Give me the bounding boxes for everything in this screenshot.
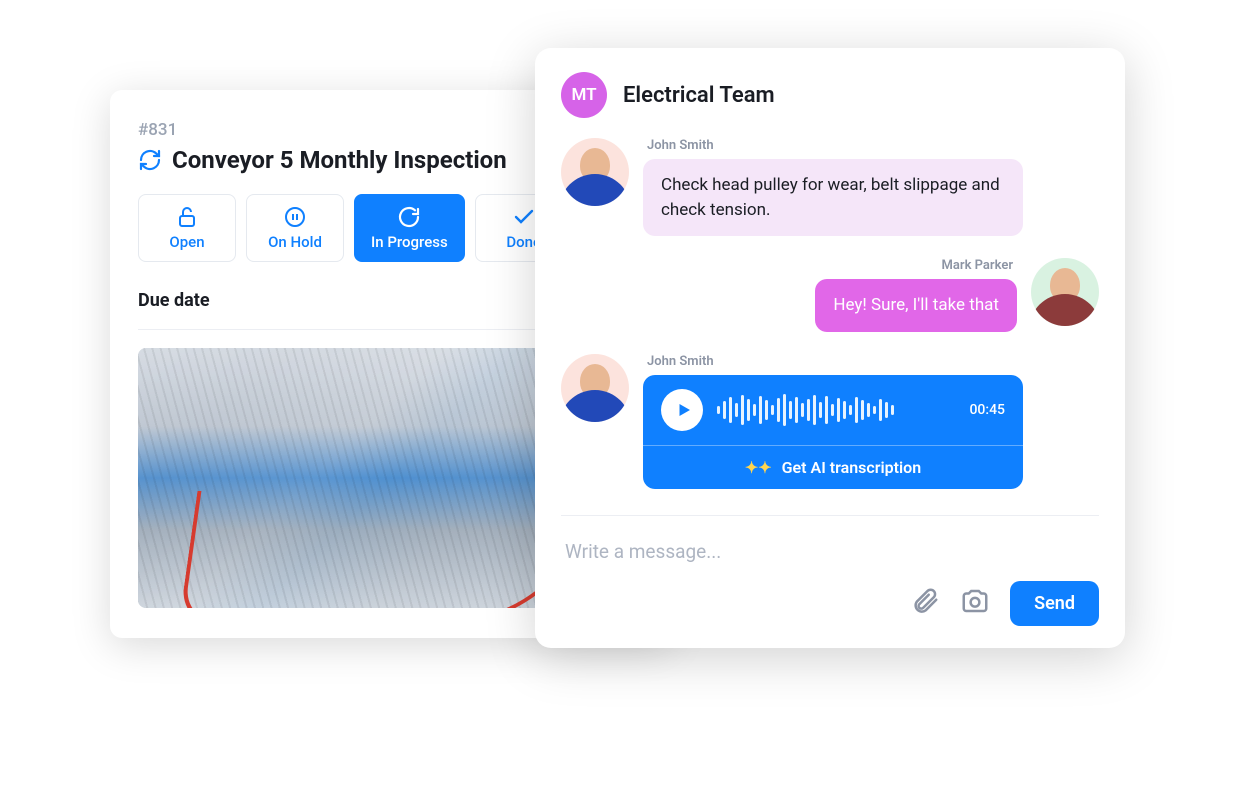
message-input[interactable]: Write a message... [561, 534, 1099, 581]
status-on-hold-button[interactable]: On Hold [246, 194, 344, 262]
check-icon [512, 205, 536, 229]
send-button[interactable]: Send [1010, 581, 1099, 626]
voice-message-card: 00:45 ✦✦ Get AI transcription [643, 375, 1023, 489]
status-on-hold-label: On Hold [268, 233, 322, 251]
voice-player: 00:45 [643, 375, 1023, 446]
chat-title: Electrical Team [623, 83, 775, 108]
camera-icon[interactable] [960, 586, 990, 620]
message-sender: John Smith [643, 354, 1023, 369]
message-bubble: Hey! Sure, I'll take that [815, 279, 1017, 332]
refresh-icon [138, 148, 162, 172]
progress-icon [397, 205, 421, 229]
voice-duration: 00:45 [969, 402, 1005, 418]
attachment-icon[interactable] [910, 586, 940, 620]
sparkle-icon: ✦✦ [745, 458, 772, 477]
message-column: John Smith Check head pulley for wear, b… [643, 138, 1023, 236]
message-bubble: Check head pulley for wear, belt slippag… [643, 159, 1023, 236]
message-composer: Write a message... Send [561, 515, 1099, 626]
avatar [561, 138, 629, 206]
unlock-icon [175, 205, 199, 229]
chat-card: MT Electrical Team John Smith Check head… [535, 48, 1125, 648]
status-in-progress-label: In Progress [371, 233, 448, 251]
avatar [1031, 258, 1099, 326]
status-open-button[interactable]: Open [138, 194, 236, 262]
chat-header: MT Electrical Team [561, 72, 1099, 118]
play-button[interactable] [661, 389, 703, 431]
composer-actions: Send [561, 581, 1099, 626]
work-order-title: Conveyor 5 Monthly Inspection [172, 146, 507, 174]
team-avatar-badge: MT [561, 72, 607, 118]
message-column: John Smith [643, 354, 1023, 489]
due-date-label: Due date [138, 290, 210, 311]
ai-transcription-button[interactable]: ✦✦ Get AI transcription [643, 446, 1023, 489]
avatar [561, 354, 629, 422]
message-column: Mark Parker Hey! Sure, I'll take that [815, 258, 1017, 332]
message-row: Mark Parker Hey! Sure, I'll take that [561, 258, 1099, 332]
message-sender: Mark Parker [938, 258, 1017, 273]
status-open-label: Open [169, 233, 204, 251]
message-row: John Smith [561, 354, 1099, 489]
message-row: John Smith Check head pulley for wear, b… [561, 138, 1099, 236]
pause-icon [283, 205, 307, 229]
waveform-icon [717, 392, 955, 428]
status-in-progress-button[interactable]: In Progress [354, 194, 465, 262]
message-sender: John Smith [643, 138, 1023, 153]
ai-transcription-label: Get AI transcription [782, 458, 922, 477]
